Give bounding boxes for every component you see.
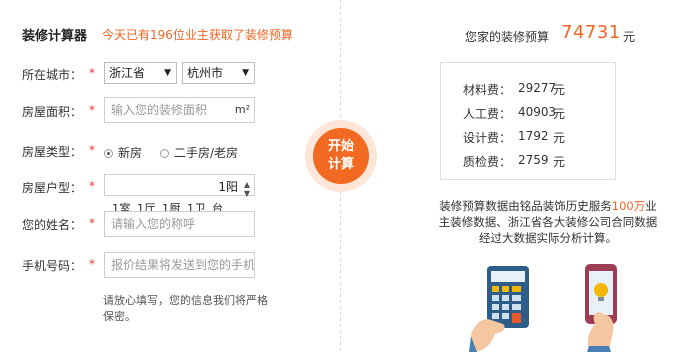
name-placeholder: 请输入您的称呼 [111,217,196,231]
breakdown-label: 人工费： [462,107,511,121]
breakdown-value: 29277 [518,81,557,95]
layout-value: 1阳 [218,180,238,194]
breakdown-label: 设计费： [462,131,511,145]
city-required-mark: * [89,66,95,80]
calculator-illustration-icon [469,264,549,352]
stepper-arrows-icon[interactable]: ▲ ▼ [244,180,250,198]
breakdown-unit: 元 [553,131,566,145]
breakdown-value: 40903 [518,105,557,119]
result-panel: 您家的装修预算 74731 元 材料费： 29277 元 人工费： 40903 … [341,0,683,352]
house-type-required-mark: * [89,143,95,157]
budget-unit: 元 [623,30,636,44]
breakdown-unit: 元 [553,83,566,97]
area-input[interactable]: 输入您的装修面积 m² [104,97,255,123]
name-input[interactable]: 请输入您的称呼 [104,211,255,237]
breakdown-unit: 元 [553,155,566,169]
desc-text-before: 装修预算数据由铭品装饰历史服务 [439,199,612,213]
layout-required-mark: * [89,179,95,193]
radio-old-house-label: 二手房/老房 [174,146,239,160]
phone-required-mark: * [89,257,95,271]
area-label: 房屋面积： [22,105,83,119]
area-required-mark: * [89,103,95,117]
layout-label: 房屋户型： [22,181,83,195]
data-source-description: 装修预算数据由铭品装饰历史服务100万业主装修数据、浙江省各大装修公司合同数据经… [438,198,658,246]
name-label: 您的姓名： [22,218,83,232]
radio-old-house[interactable]: 二手房/老房 [160,144,238,161]
city-label: 所在城市： [22,68,83,82]
chevron-down-icon: ▼ [242,68,249,78]
calculator-form-panel: 装修计算器 今天已有196位业主获取了装修预算 所在城市： * 浙江省 ▼ 杭州… [0,0,340,352]
phone-input[interactable]: 报价结果将发送到您的手机 [104,252,255,278]
breakdown-unit: 元 [553,107,566,121]
radio-checked-icon [104,149,113,158]
breakdown-value: 2759 [518,153,549,167]
budget-breakdown-box: 材料费： 29277 元 人工费： 40903 元 设计费： 1792 元 质检… [440,62,616,180]
phone-placeholder: 报价结果将发送到您的手机 [111,258,255,272]
province-value: 浙江省 [109,66,146,80]
area-unit: m² [234,103,250,116]
name-required-mark: * [89,216,95,230]
area-placeholder: 输入您的装修面积 [111,103,208,117]
phone-illustration-icon [569,262,629,352]
phone-label: 手机号码： [22,259,83,273]
breakdown-value: 1792 [518,129,549,143]
city-value: 杭州市 [187,66,224,80]
radio-new-house[interactable]: 新房 [104,144,142,161]
province-select[interactable]: 浙江省 ▼ [104,62,177,84]
calculator-subtitle: 今天已有196位业主获取了装修预算 [102,28,293,42]
layout-stepper[interactable]: 1阳 ▲ ▼ [104,174,255,198]
chevron-down-icon: ▼ [164,68,171,78]
breakdown-label: 材料费： [462,83,511,97]
privacy-note: 请放心填写，您的信息我们将严格保密。 [103,294,268,323]
desc-highlight: 100万 [611,199,646,213]
budget-value: 74731 [561,22,621,43]
breakdown-label: 质检费： [462,155,511,169]
budget-label: 您家的装修预算 [465,30,550,44]
calculator-title: 装修计算器 [22,29,88,44]
radio-new-house-label: 新房 [118,146,143,160]
house-type-label: 房屋类型： [22,145,83,159]
city-select[interactable]: 杭州市 ▼ [182,62,255,84]
radio-unchecked-icon [160,149,169,158]
